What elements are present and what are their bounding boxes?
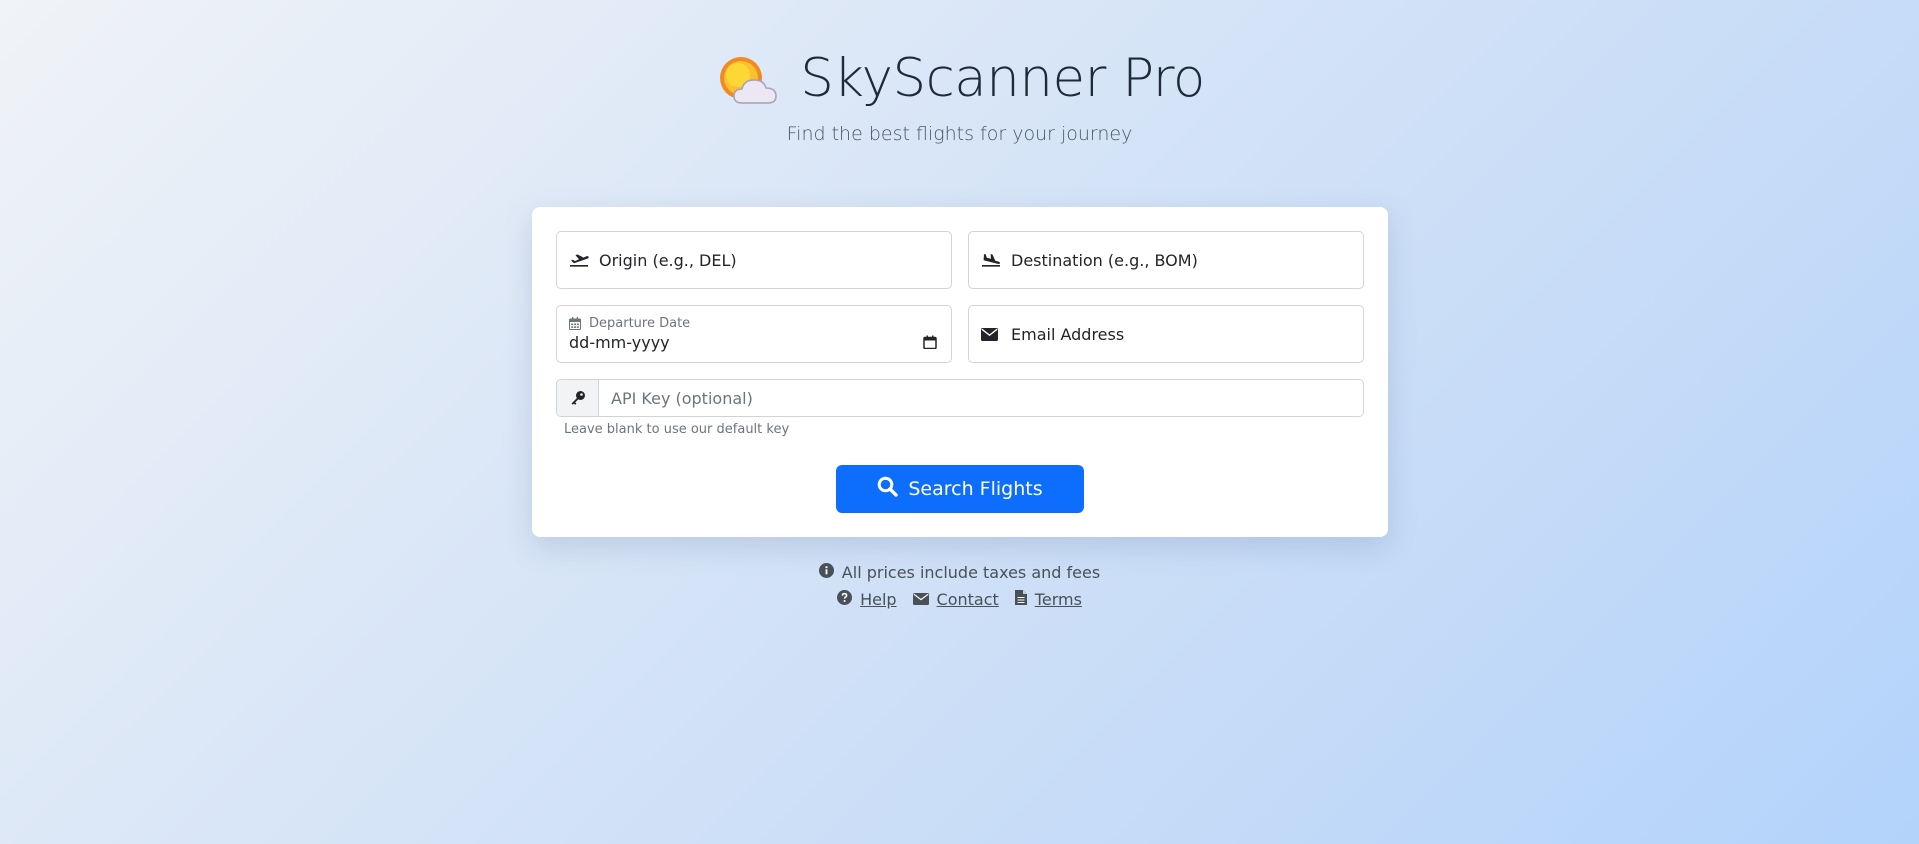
- departure-date-label-row: Departure Date: [569, 316, 951, 331]
- api-key-help-text: Leave blank to use our default key: [564, 422, 790, 437]
- origin-label: Origin (e.g., DEL): [599, 250, 737, 270]
- key-icon: [557, 380, 599, 416]
- footer: All prices include taxes and fees Help C…: [0, 563, 1919, 609]
- departure-date-input[interactable]: Departure Date dd-mm-yyyy: [556, 305, 952, 363]
- plane-arrival-icon: [981, 251, 1003, 269]
- search-icon: [877, 476, 899, 502]
- plane-departure-icon: [569, 251, 591, 269]
- calendar-icon: [569, 317, 583, 331]
- search-form-card: Origin (e.g., DEL) Destination (e.g., BO…: [532, 207, 1388, 537]
- destination-input[interactable]: Destination (e.g., BOM): [968, 231, 1364, 289]
- title-row: SkyScanner Pro: [0, 48, 1919, 109]
- terms-link-label: Terms: [1034, 590, 1082, 609]
- origin-input[interactable]: Origin (e.g., DEL): [556, 231, 952, 289]
- app-subtitle: Find the best flights for your journey: [786, 123, 1133, 145]
- help-link[interactable]: Help: [837, 590, 897, 609]
- search-flights-label: Search Flights: [908, 478, 1043, 500]
- departure-date-value: dd-mm-yyyy: [569, 333, 670, 352]
- api-key-input[interactable]: [599, 380, 1363, 416]
- api-key-input-group: [556, 379, 1364, 417]
- email-label: Email Address: [1011, 324, 1125, 344]
- pricing-note-text: All prices include taxes and fees: [841, 563, 1101, 582]
- envelope-icon: [981, 325, 1003, 343]
- calendar-picker-icon[interactable]: [923, 334, 937, 350]
- destination-label: Destination (e.g., BOM): [1011, 250, 1198, 270]
- info-circle-icon: [818, 563, 834, 582]
- sun-behind-cloud-icon: [714, 49, 778, 109]
- departure-date-label: Departure Date: [589, 316, 691, 331]
- email-input[interactable]: Email Address: [968, 305, 1364, 363]
- contact-link[interactable]: Contact: [912, 590, 999, 609]
- file-icon: [1014, 590, 1027, 609]
- envelope-icon: [912, 590, 929, 609]
- contact-link-label: Contact: [936, 590, 999, 609]
- footer-links: Help Contact Terms: [0, 590, 1919, 609]
- app-title: SkyScanner Pro: [800, 48, 1205, 109]
- pricing-note: All prices include taxes and fees: [818, 563, 1101, 582]
- header: SkyScanner Pro Find the best flights for…: [0, 48, 1919, 145]
- question-circle-icon: [837, 590, 853, 609]
- search-flights-button[interactable]: Search Flights: [836, 465, 1084, 513]
- help-link-label: Help: [860, 590, 897, 609]
- terms-link[interactable]: Terms: [1014, 590, 1082, 609]
